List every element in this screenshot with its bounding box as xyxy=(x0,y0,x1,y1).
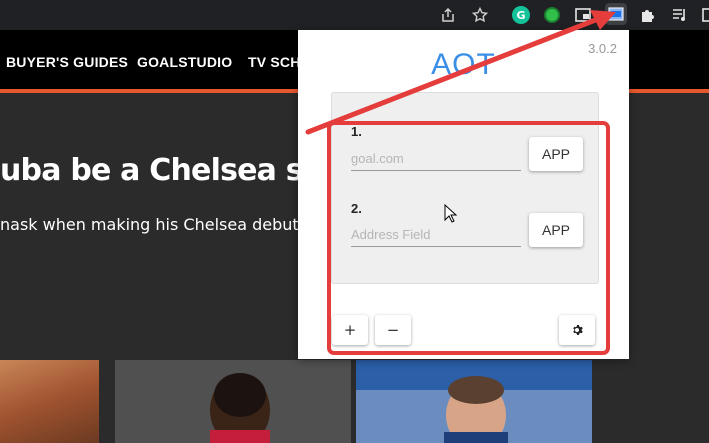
aot-extension-icon[interactable] xyxy=(605,3,627,25)
popup-title: AOT xyxy=(431,48,496,81)
window-icon[interactable] xyxy=(698,5,709,25)
extension-green-icon[interactable] xyxy=(542,5,562,25)
star-icon[interactable] xyxy=(470,5,490,25)
annotation-highlight-box xyxy=(327,121,610,355)
article-subtext: nask when making his Chelsea debut, bu xyxy=(0,215,330,234)
grammarly-icon[interactable]: G xyxy=(511,5,531,25)
article-thumbnail-2[interactable] xyxy=(115,360,351,443)
mouse-cursor-icon xyxy=(444,204,458,223)
media-queue-icon[interactable] xyxy=(670,5,690,25)
article-thumbnail-3[interactable] xyxy=(356,360,592,443)
puzzle-icon[interactable] xyxy=(638,5,658,25)
picture-in-picture-icon[interactable] xyxy=(573,5,593,25)
article-thumbnail-1[interactable] xyxy=(0,360,99,443)
browser-toolbar: G xyxy=(0,0,709,30)
nav-link-buyers-guides[interactable]: BUYER'S GUIDES xyxy=(6,54,128,70)
nav-link-goalstudio[interactable]: GOALSTUDIO xyxy=(137,54,232,70)
nav-link-tv-schedule[interactable]: TV SCH xyxy=(248,54,301,70)
share-icon[interactable] xyxy=(438,5,458,25)
